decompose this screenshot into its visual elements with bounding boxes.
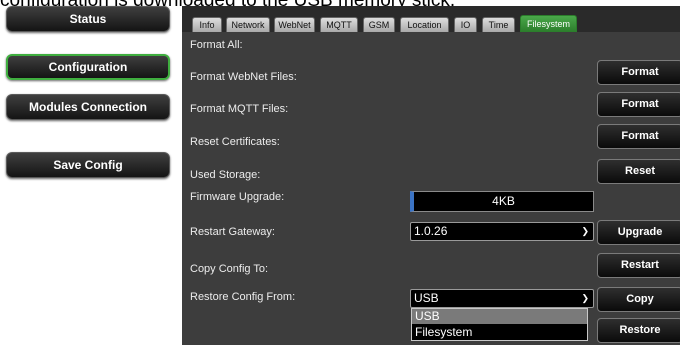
copy-config-select[interactable]: USB ❯	[410, 289, 594, 308]
sidebar-item-modules-connection[interactable]: Modules Connection	[6, 94, 170, 120]
tab-network[interactable]: Network	[226, 17, 270, 32]
restore-config-label: Restore Config From:	[190, 291, 296, 303]
dropdown-option-usb[interactable]: USB	[412, 309, 587, 324]
copy-config-label: Copy Config To:	[190, 263, 269, 275]
filesystem-panel: Format All: Format Format WebNet Files: …	[182, 32, 680, 345]
tab-info[interactable]: Info	[192, 17, 222, 32]
restart-gateway-label: Restart Gateway:	[190, 226, 275, 238]
dropdown-option-filesystem[interactable]: Filesystem	[412, 325, 587, 340]
upgrade-button[interactable]: Upgrade	[597, 220, 680, 245]
format-mqtt-button[interactable]: Format	[597, 124, 680, 149]
restore-button[interactable]: Restore	[597, 318, 680, 343]
save-config-button[interactable]: Save Config	[6, 152, 170, 178]
format-mqtt-label: Format MQTT Files:	[190, 103, 289, 115]
reset-certificates-label: Reset Certificates:	[190, 136, 280, 148]
format-all-label: Format All:	[190, 39, 243, 51]
copy-config-dropdown: USB Filesystem	[411, 308, 588, 341]
tab-mqtt[interactable]: MQTT	[320, 17, 358, 32]
used-storage-value: 4KB	[410, 191, 594, 212]
tab-location[interactable]: Location	[400, 17, 449, 32]
format-webnet-label: Format WebNet Files:	[190, 71, 297, 83]
restart-button[interactable]: Restart	[597, 253, 680, 278]
format-all-button[interactable]: Format	[597, 60, 680, 85]
chevron-down-icon: ❯	[581, 293, 589, 303]
used-storage-label: Used Storage:	[190, 169, 261, 181]
sidebar-item-status[interactable]: Status	[6, 6, 170, 32]
sidebar-item-configuration[interactable]: Configuration	[6, 54, 170, 80]
firmware-version-value: 1.0.26	[414, 224, 448, 238]
tab-bar: Info Network WebNet MQTT GSM Location IO…	[182, 6, 680, 32]
sidebar: Status Configuration Modules Connection …	[0, 6, 176, 345]
tab-webnet[interactable]: WebNet	[274, 17, 315, 32]
tab-io[interactable]: IO	[454, 17, 477, 32]
tab-time[interactable]: Time	[482, 17, 515, 32]
firmware-version-select[interactable]: 1.0.26 ❯	[410, 222, 594, 241]
firmware-upgrade-label: Firmware Upgrade:	[190, 191, 285, 203]
tab-filesystem[interactable]: Filesystem	[520, 15, 577, 32]
reset-certificates-button[interactable]: Reset	[597, 159, 680, 184]
chevron-down-icon: ❯	[581, 226, 589, 236]
format-webnet-button[interactable]: Format	[597, 92, 680, 117]
tab-gsm[interactable]: GSM	[363, 17, 395, 32]
copy-config-value: USB	[414, 291, 439, 305]
copy-button[interactable]: Copy	[597, 287, 680, 312]
